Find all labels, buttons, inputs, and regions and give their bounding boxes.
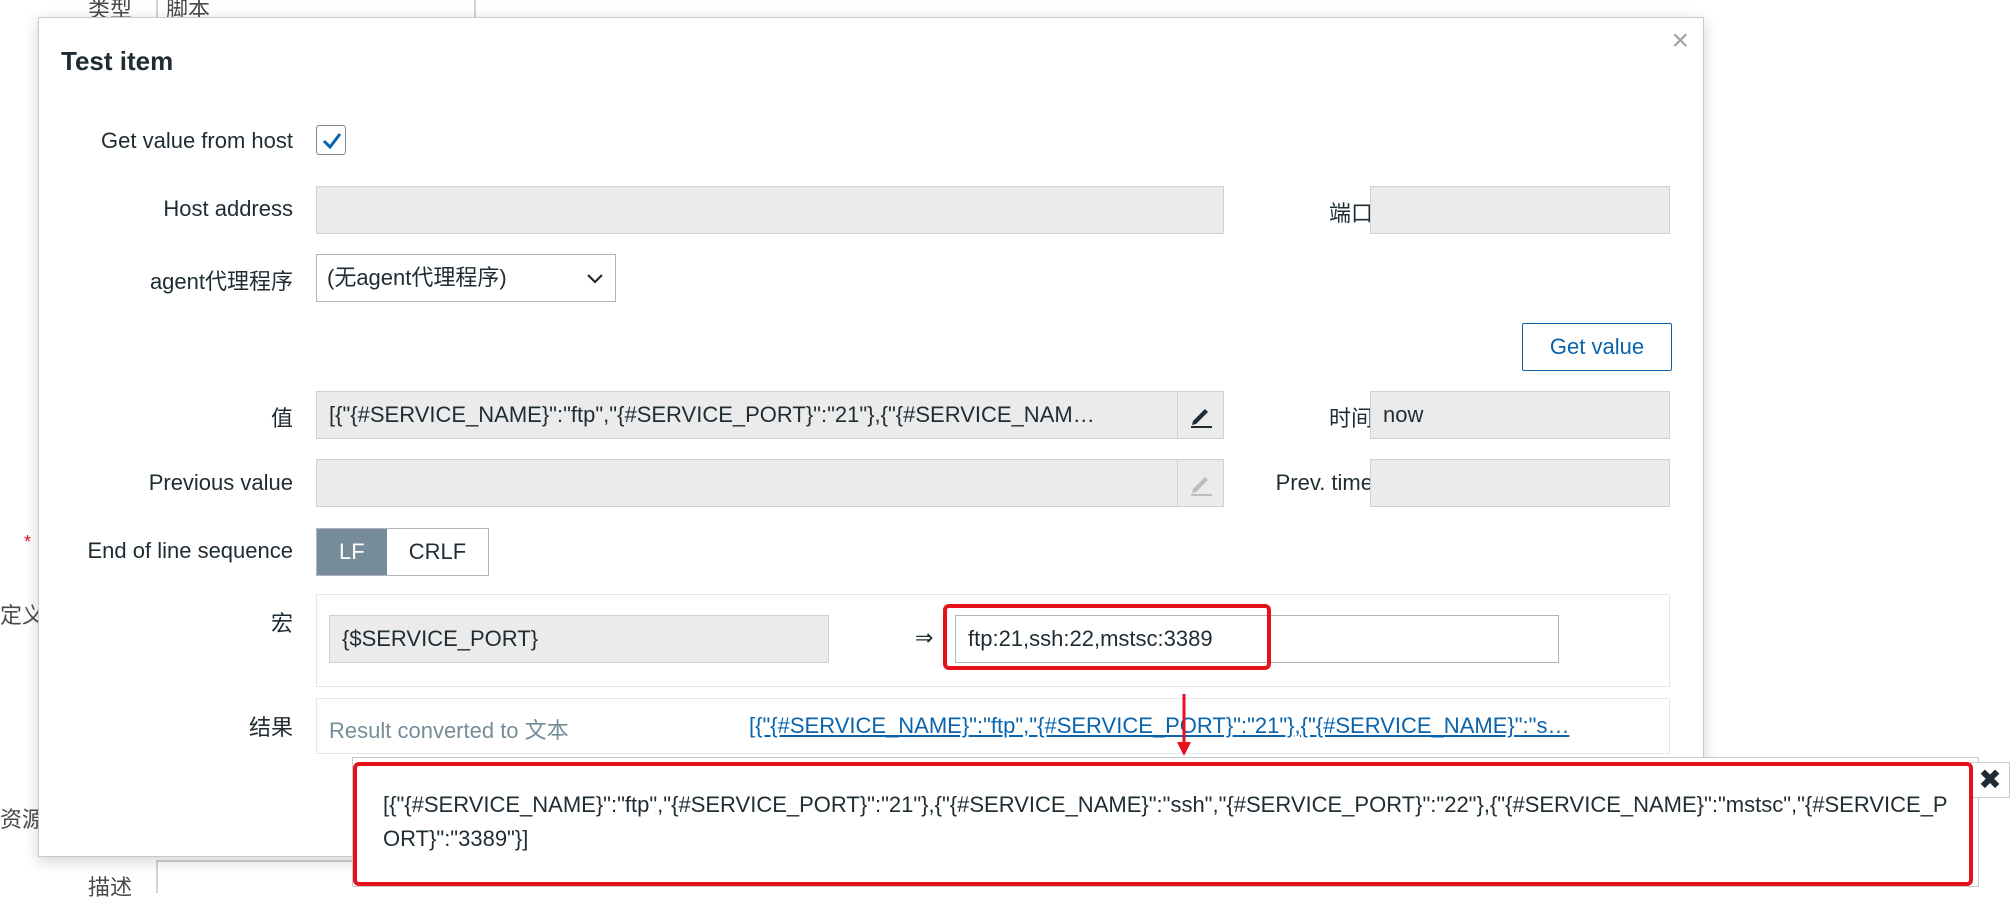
macros-label: 宏 — [270, 611, 293, 636]
macro-value-highlight — [943, 604, 1271, 670]
time-label: 时间 — [1328, 406, 1373, 431]
edit-value-button[interactable] — [1177, 392, 1223, 438]
result-link[interactable]: [{"{#SERVICE_NAME}":"ftp","{#SERVICE_POR… — [749, 713, 1659, 739]
popup-close-icon[interactable]: ✖ — [1970, 762, 2010, 798]
value-label: 值 — [270, 406, 293, 431]
proxy-select[interactable]: (无agent代理程序) — [316, 254, 616, 302]
eol-option-crlf[interactable]: CRLF — [387, 529, 488, 575]
result-label: 结果 — [248, 715, 293, 740]
host-address-field[interactable] — [316, 186, 1224, 234]
previous-value-field — [316, 459, 1224, 507]
value-field[interactable]: [{"{#SERVICE_NAME}":"ftp","{#SERVICE_POR… — [316, 391, 1224, 439]
eol-label: End of line sequence — [87, 538, 294, 563]
bg-desc-field-border — [156, 860, 158, 893]
get-value-from-host-label: Get value from host — [101, 128, 293, 153]
macro-arrow: ⇒ — [915, 625, 934, 650]
proxy-selected-value: (无agent代理程序) — [327, 265, 507, 290]
value-text: [{"{#SERVICE_NAME}":"ftp","{#SERVICE_POR… — [329, 402, 1095, 427]
dialog-title: Test item — [61, 46, 174, 76]
time-field[interactable]: now — [1370, 391, 1670, 439]
prev-time-label: Prev. time — [1275, 470, 1373, 495]
eol-option-lf[interactable]: LF — [317, 529, 387, 575]
prev-time-field — [1370, 459, 1670, 507]
pencil-icon — [1191, 477, 1212, 496]
chevron-down-icon — [587, 274, 603, 284]
result-panel: Result converted to 文本 [{"{#SERVICE_NAME… — [316, 698, 1670, 754]
previous-value-label: Previous value — [148, 470, 293, 495]
popup-highlight — [353, 762, 1973, 886]
port-label: 端口 — [1328, 201, 1373, 226]
bg-required-mark: * — [24, 532, 32, 552]
red-arrow-icon — [1177, 694, 1191, 756]
edit-previous-value-button — [1177, 460, 1223, 506]
host-address-label: Host address — [163, 196, 293, 221]
proxy-label: agent代理程序 — [149, 269, 293, 294]
pencil-icon — [1191, 409, 1212, 428]
port-field[interactable] — [1370, 186, 1670, 234]
result-converted-text: Result converted to 文本 — [329, 718, 569, 743]
get-value-button[interactable]: Get value — [1522, 323, 1672, 371]
eol-toggle[interactable]: LF CRLF — [316, 528, 490, 576]
get-value-from-host-checkbox[interactable] — [316, 125, 346, 155]
bg-desc-label: 描述 — [88, 875, 133, 900]
checkmark-icon — [322, 133, 342, 150]
test-item-dialog: Test item × Get value from host Host add… — [38, 17, 1704, 857]
close-icon[interactable]: × — [1671, 26, 1689, 56]
macro-name-field: {$SERVICE_PORT} — [329, 615, 829, 663]
